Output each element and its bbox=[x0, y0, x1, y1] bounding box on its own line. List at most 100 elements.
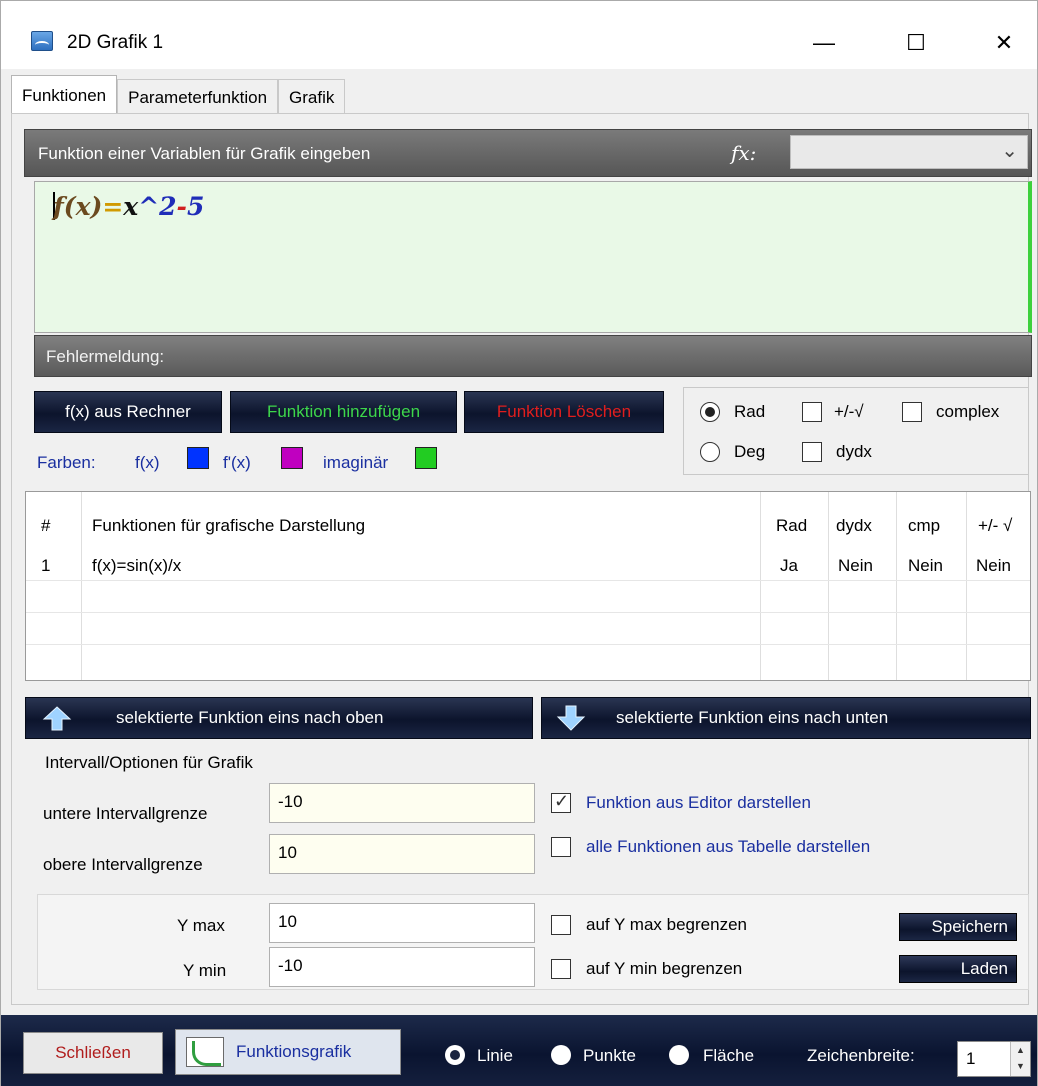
formula-exponent: 2 bbox=[159, 192, 177, 221]
line-width-stepper[interactable]: 1 ▲ ▼ bbox=[957, 1041, 1031, 1077]
upper-bound-label: obere Intervallgrenze bbox=[43, 855, 203, 874]
tab-bar: Funktionen Parameterfunktion Grafik bbox=[11, 75, 346, 115]
table-divider bbox=[896, 492, 897, 680]
tab-funktionen[interactable]: Funktionen bbox=[11, 75, 118, 115]
error-label: Fehlermeldung: bbox=[46, 347, 165, 366]
ymin-limit-label: auf Y min begrenzen bbox=[586, 959, 743, 978]
plusminus-label: +/-√ bbox=[834, 402, 864, 421]
dfx-color-swatch[interactable] bbox=[281, 447, 303, 469]
upper-bound-input[interactable]: 10 bbox=[269, 834, 535, 874]
add-function-button[interactable]: Funktion hinzufügen bbox=[230, 391, 457, 433]
ymax-limit-label: auf Y max begrenzen bbox=[586, 915, 747, 934]
table-divider bbox=[966, 492, 967, 680]
deg-label: Deg bbox=[734, 442, 766, 461]
minimize-button[interactable]: — bbox=[801, 23, 847, 63]
dydx-label: dydx bbox=[836, 442, 872, 461]
plusminus-checkbox[interactable] bbox=[802, 402, 822, 422]
line-width-label: Zeichenbreite: bbox=[807, 1046, 915, 1065]
function-graph-button[interactable]: Funktionsgrafik bbox=[175, 1029, 401, 1075]
table-row-plusminus[interactable]: Nein bbox=[976, 556, 1011, 576]
line-radio[interactable] bbox=[445, 1045, 465, 1065]
table-row-dydx[interactable]: Nein bbox=[838, 556, 873, 576]
col-header-rad[interactable]: Rad bbox=[776, 516, 807, 536]
fx-color-label: f(x) bbox=[135, 453, 160, 472]
ymin-input[interactable]: -10 bbox=[269, 947, 535, 987]
table-row-cmp[interactable]: Nein bbox=[908, 556, 943, 576]
tab-grafik[interactable]: Grafik bbox=[278, 79, 346, 115]
title-bar[interactable]: 2D Grafik 1 — ☐ ✕ bbox=[1, 1, 1037, 69]
table-row-function[interactable]: f(x)=sin(x)/x bbox=[92, 556, 181, 576]
table-rule bbox=[26, 644, 1030, 645]
function-graph-label: Funktionsgrafik bbox=[236, 1042, 352, 1061]
move-up-button[interactable]: selektierte Funktion eins nach oben bbox=[25, 697, 533, 739]
all-functions-label: alle Funktionen aus Tabelle darstellen bbox=[586, 837, 871, 856]
ymin-limit-checkbox[interactable] bbox=[551, 959, 571, 979]
delete-function-button[interactable]: Funktion Löschen bbox=[464, 391, 664, 433]
move-down-label: selektierte Funktion eins nach unten bbox=[616, 708, 889, 727]
editor-header-label: Funktion einer Variablen für Grafik eing… bbox=[38, 144, 371, 163]
all-functions-checkbox[interactable] bbox=[551, 837, 571, 857]
dfx-color-label: f'(x) bbox=[223, 453, 251, 472]
interval-section-title: Intervall/Optionen für Grafik bbox=[45, 753, 253, 772]
stepper-arrows-icon[interactable]: ▲ ▼ bbox=[1010, 1042, 1030, 1076]
col-header-dydx[interactable]: dydx bbox=[836, 516, 872, 536]
fx-color-swatch[interactable] bbox=[187, 447, 209, 469]
col-header-plusminus[interactable]: +/- √ bbox=[978, 516, 1012, 536]
table-divider bbox=[828, 492, 829, 680]
ymax-limit-checkbox[interactable] bbox=[551, 915, 571, 935]
table-row-rad[interactable]: Ja bbox=[780, 556, 798, 576]
app-window: 2D Grafik 1 — ☐ ✕ Funktionen Parameterfu… bbox=[0, 0, 1038, 1086]
angle-options-group: Rad +/-√ complex Deg dydx bbox=[683, 387, 1029, 475]
save-button[interactable]: Speichern bbox=[899, 913, 1017, 941]
close-button[interactable]: Schließen bbox=[23, 1032, 163, 1074]
table-row-num[interactable]: 1 bbox=[41, 556, 50, 576]
lower-bound-label: untere Intervallgrenze bbox=[43, 804, 208, 823]
col-header-cmp[interactable]: cmp bbox=[908, 516, 940, 536]
ymax-label: Y max bbox=[177, 916, 225, 935]
maximize-button[interactable]: ☐ bbox=[893, 23, 939, 63]
col-header-num[interactable]: # bbox=[41, 516, 50, 536]
load-button[interactable]: Laden bbox=[899, 955, 1017, 983]
formula-equals: = bbox=[102, 192, 124, 221]
dydx-checkbox[interactable] bbox=[802, 442, 822, 462]
from-calculator-button[interactable]: f(x) aus Rechner bbox=[34, 391, 222, 433]
formula-editor[interactable]: f(x)=x^2-5 bbox=[34, 181, 1032, 333]
arrow-down-icon bbox=[556, 705, 586, 731]
formula-lhs: f(x) bbox=[53, 192, 103, 221]
editor-plot-checkbox[interactable] bbox=[551, 791, 571, 813]
col-header-function[interactable]: Funktionen für grafische Darstellung bbox=[92, 516, 365, 536]
editor-plot-label: Funktion aus Editor darstellen bbox=[586, 793, 811, 812]
move-up-label: selektierte Funktion eins nach oben bbox=[116, 708, 384, 727]
rad-label: Rad bbox=[734, 402, 766, 421]
line-width-value: 1 bbox=[966, 1049, 976, 1068]
formula-var: x bbox=[123, 192, 139, 221]
formula-minus: - bbox=[176, 192, 187, 221]
line-label: Linie bbox=[477, 1046, 513, 1065]
imag-color-label: imaginär bbox=[323, 453, 389, 472]
table-divider bbox=[760, 492, 761, 680]
error-bar: Fehlermeldung: bbox=[34, 335, 1032, 377]
move-down-button[interactable]: selektierte Funktion eins nach unten bbox=[541, 697, 1031, 739]
complex-checkbox[interactable] bbox=[902, 402, 922, 422]
table-divider bbox=[81, 492, 82, 680]
lower-bound-input[interactable]: -10 bbox=[269, 783, 535, 823]
footer-bar: Schließen Funktionsgrafik Linie Punkte F… bbox=[1, 1015, 1037, 1086]
area-radio[interactable] bbox=[669, 1045, 689, 1065]
fx-label: fx: bbox=[731, 141, 757, 165]
colors-label: Farben: bbox=[37, 453, 96, 472]
ymax-input[interactable]: 10 bbox=[269, 903, 535, 943]
points-label: Punkte bbox=[583, 1046, 636, 1065]
fx-dropdown[interactable] bbox=[790, 135, 1028, 169]
formula-text: f(x)=x^2-5 bbox=[53, 192, 204, 221]
tab-parameterfunktion[interactable]: Parameterfunktion bbox=[117, 79, 279, 115]
window-title: 2D Grafik 1 bbox=[67, 32, 164, 53]
table-rule bbox=[26, 612, 1030, 613]
close-window-button[interactable]: ✕ bbox=[981, 23, 1027, 63]
points-radio[interactable] bbox=[551, 1045, 571, 1065]
function-table[interactable]: # Funktionen für grafische Darstellung R… bbox=[25, 491, 1031, 681]
rad-radio[interactable] bbox=[700, 402, 720, 422]
formula-constant: 5 bbox=[186, 192, 205, 221]
deg-radio[interactable] bbox=[700, 442, 720, 462]
graph-icon bbox=[186, 1037, 224, 1067]
imag-color-swatch[interactable] bbox=[415, 447, 437, 469]
